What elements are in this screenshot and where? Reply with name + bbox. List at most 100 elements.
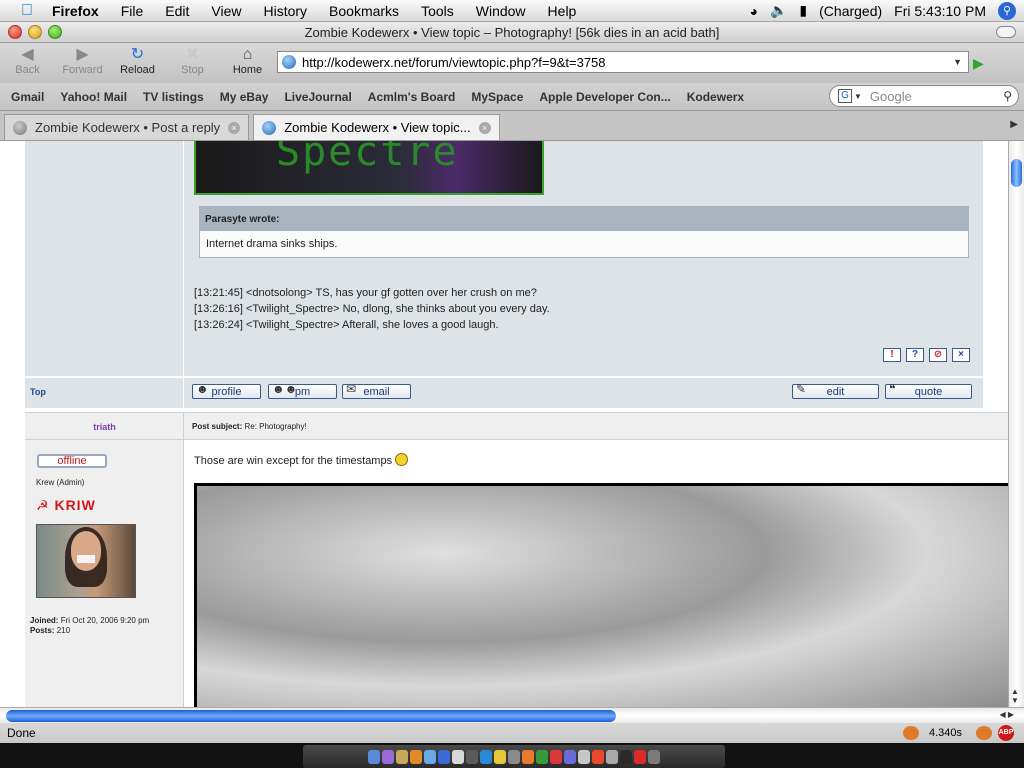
clock[interactable]: Fri 5:43:10 PM xyxy=(894,3,986,19)
delete-post-icon[interactable]: × xyxy=(952,348,970,362)
app-dock-icon[interactable] xyxy=(592,749,604,764)
firebug-icon[interactable] xyxy=(902,726,919,740)
bookmark-livejournal[interactable]: LiveJournal xyxy=(276,90,359,104)
bookmark-my-ebay[interactable]: My eBay xyxy=(212,90,277,104)
edit-icon: ✎ xyxy=(796,382,807,396)
tab-favicon-icon xyxy=(262,120,277,135)
app-dock-icon[interactable] xyxy=(564,749,576,764)
firefox-dock-icon[interactable] xyxy=(410,749,422,764)
go-arrow-icon[interactable]: ▶ xyxy=(973,55,984,72)
dashboard-dock-icon[interactable] xyxy=(382,749,394,764)
menu-window[interactable]: Window xyxy=(465,3,537,19)
vertical-scroll-arrows[interactable]: ▲ ▼ xyxy=(1011,687,1019,705)
mail-dock-icon[interactable] xyxy=(438,749,450,764)
bookmark-apple-developer[interactable]: Apple Developer Con... xyxy=(531,90,678,104)
close-window-button[interactable] xyxy=(8,25,22,39)
greasemonkey-icon[interactable] xyxy=(976,726,992,740)
back-button[interactable]: ◀ Back xyxy=(0,43,55,76)
battery-icon[interactable]: ▮ xyxy=(799,2,807,19)
menu-bookmarks[interactable]: Bookmarks xyxy=(318,3,410,19)
app-dock-icon[interactable] xyxy=(634,749,646,764)
forward-label: Forward xyxy=(62,64,103,76)
forward-button[interactable]: ▶ Forward xyxy=(55,43,110,76)
reload-button[interactable]: ↻ Reload xyxy=(110,43,165,76)
url-bar[interactable]: http://kodewerx.net/forum/viewtopic.php?… xyxy=(277,51,969,73)
zoom-window-button[interactable] xyxy=(48,25,62,39)
bookmark-myspace[interactable]: MySpace xyxy=(463,90,531,104)
close-tab-icon[interactable]: × xyxy=(228,121,241,134)
toolbar-toggle-button[interactable] xyxy=(996,26,1016,38)
bookmark-kodewerx[interactable]: Kodewerx xyxy=(679,90,752,104)
report-post-icon[interactable]: ! xyxy=(883,348,901,362)
app-dock-icon[interactable] xyxy=(550,749,562,764)
search-engine-dropdown-icon[interactable]: ▼ xyxy=(854,92,862,101)
itunes-dock-icon[interactable] xyxy=(480,749,492,764)
terminal-dock-icon[interactable] xyxy=(466,749,478,764)
notes-dock-icon[interactable] xyxy=(396,749,408,764)
joined-label: Joined: xyxy=(30,616,59,625)
battery-status[interactable]: (Charged) xyxy=(819,3,882,19)
bookmark-yahoo-mail[interactable]: Yahoo! Mail xyxy=(52,90,135,104)
post-info-icon[interactable]: ? xyxy=(906,348,924,362)
bookmark-acmlm-board[interactable]: Acmlm's Board xyxy=(360,90,464,104)
spotlight-icon[interactable]: ⚲ xyxy=(998,1,1016,20)
app-dock-icon[interactable] xyxy=(536,749,548,764)
app-dock-icon[interactable] xyxy=(578,749,590,764)
minimize-window-button[interactable] xyxy=(28,25,42,39)
tab-view-topic[interactable]: Zombie Kodewerx • View topic... × xyxy=(253,114,500,140)
menu-view[interactable]: View xyxy=(200,3,252,19)
profile-button[interactable]: ☻ profile xyxy=(192,382,261,399)
adblock-icon[interactable]: ABP xyxy=(998,725,1014,741)
bookmark-tv-listings[interactable]: TV listings xyxy=(135,90,212,104)
quote-button[interactable]: ❝ quote xyxy=(885,382,972,399)
back-to-top-link[interactable]: Top xyxy=(30,387,46,397)
chat-dock-icon[interactable] xyxy=(494,749,506,764)
volume-icon[interactable]: 🔈 xyxy=(770,2,787,19)
app-dock-icon[interactable] xyxy=(620,749,632,764)
pm-button[interactable]: ☻☻ pm xyxy=(268,382,337,399)
bookmark-gmail[interactable]: Gmail xyxy=(0,90,52,104)
menu-edit[interactable]: Edit xyxy=(154,3,200,19)
menu-app-name[interactable]: Firefox xyxy=(38,3,110,19)
vertical-scroll-thumb[interactable] xyxy=(1011,159,1022,187)
menu-help[interactable]: Help xyxy=(537,3,588,19)
post-message-text: Those are win except for the timestamps xyxy=(194,455,393,467)
tab-scroll-arrow-icon[interactable]: ▶ xyxy=(1010,119,1018,130)
apple-menu-icon[interactable]:  xyxy=(16,2,38,20)
avatar-face xyxy=(71,531,101,571)
quote-label: quote xyxy=(914,385,943,398)
google-engine-icon[interactable]: G xyxy=(838,89,852,103)
horizontal-scroll-thumb[interactable] xyxy=(6,710,616,722)
search-box[interactable]: G ▼ Google ⚲ xyxy=(829,85,1019,107)
url-history-dropdown-icon[interactable]: ▼ xyxy=(953,57,968,67)
safari-dock-icon[interactable] xyxy=(424,749,436,764)
horizontal-scroll-arrows[interactable]: ◀ ▶ xyxy=(999,710,1014,719)
edit-button[interactable]: ✎ edit xyxy=(792,382,879,399)
reload-icon: ↻ xyxy=(130,46,145,63)
menu-file[interactable]: File xyxy=(110,3,155,19)
post-moderation-icons: ! ? ⊘ × xyxy=(883,348,970,362)
textedit-dock-icon[interactable] xyxy=(452,749,464,764)
close-tab-icon[interactable]: × xyxy=(478,121,491,134)
search-icon[interactable]: ⚲ xyxy=(1003,89,1012,103)
post-author-name[interactable]: triath xyxy=(25,422,184,432)
utility-dock-icon[interactable] xyxy=(508,749,520,764)
wifi-icon[interactable]: ◕ xyxy=(750,3,758,19)
search-input[interactable]: Google xyxy=(870,89,912,104)
tab-post-reply[interactable]: Zombie Kodewerx • Post a reply × xyxy=(4,114,250,140)
post-subject-label: Post subject: xyxy=(192,422,243,431)
url-text[interactable]: http://kodewerx.net/forum/viewtopic.php?… xyxy=(302,55,606,70)
home-button[interactable]: ⌂ Home xyxy=(220,43,275,76)
sad-smiley-icon xyxy=(395,453,409,466)
warn-user-icon[interactable]: ⊘ xyxy=(929,348,947,362)
stop-button[interactable]: ✖ Stop xyxy=(165,43,220,76)
vlc-dock-icon[interactable] xyxy=(522,749,534,764)
trash-dock-icon[interactable] xyxy=(648,749,660,764)
app-dock-icon[interactable] xyxy=(606,749,618,764)
email-button[interactable]: ✉ email xyxy=(342,382,411,399)
vertical-scrollbar[interactable]: ▲ ▼ xyxy=(1008,141,1024,707)
horizontal-scrollbar[interactable]: ◀ ▶ xyxy=(0,707,1024,723)
menu-tools[interactable]: Tools xyxy=(410,3,465,19)
menu-history[interactable]: History xyxy=(252,3,318,19)
finder-dock-icon[interactable] xyxy=(368,749,380,764)
